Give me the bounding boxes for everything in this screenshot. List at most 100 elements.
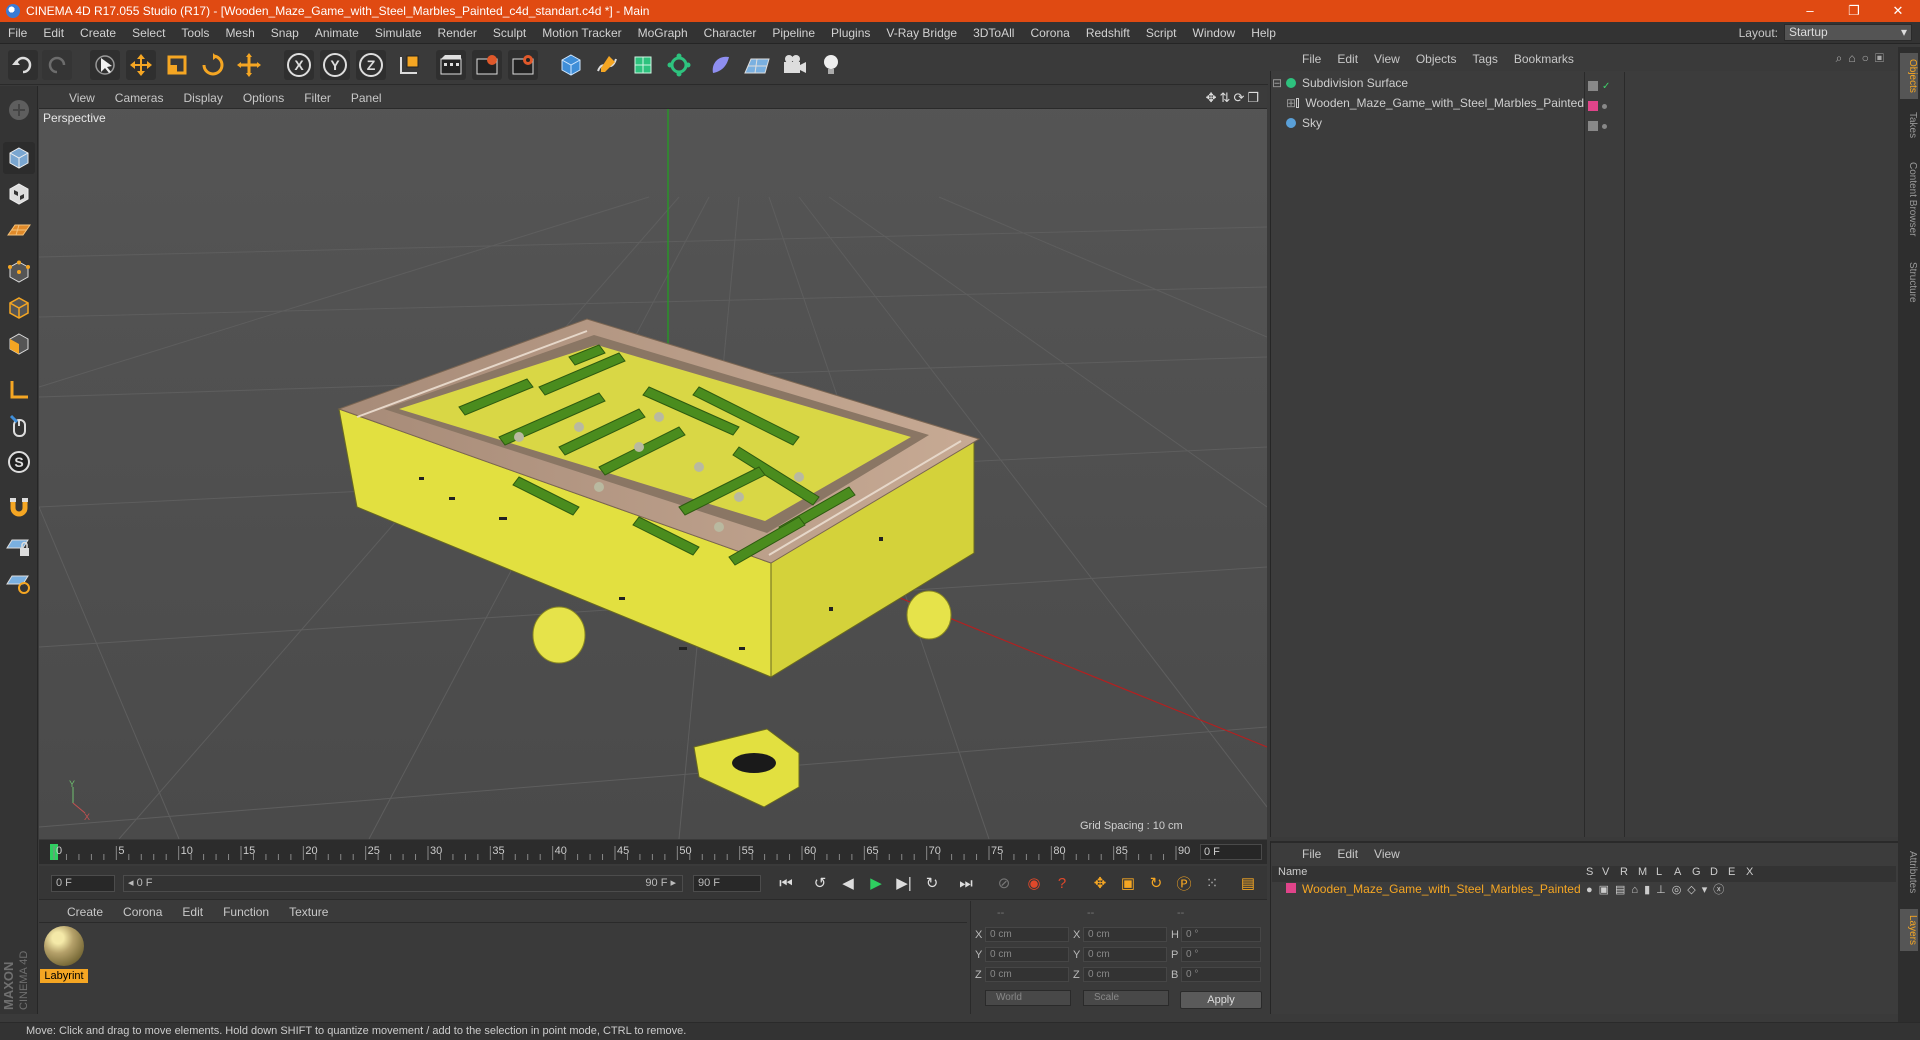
subdivision-surface-icon[interactable]: [628, 50, 658, 80]
workplane-icon[interactable]: [3, 214, 35, 246]
menu-sculpt[interactable]: Sculpt: [485, 26, 534, 40]
position-y-field[interactable]: 0 cm: [985, 947, 1069, 962]
record-keys-icon[interactable]: ⊘: [991, 871, 1017, 895]
light-object-icon[interactable]: [816, 50, 846, 80]
object-row[interactable]: ⊞ Wooden_Maze_Game_with_Steel_Marbles_Pa…: [1272, 94, 1584, 112]
lock-workplane-icon[interactable]: [3, 530, 35, 562]
object-name[interactable]: Wooden_Maze_Game_with_Steel_Marbles_Pain…: [1305, 96, 1584, 110]
objects-menu-objects[interactable]: Objects: [1408, 52, 1465, 66]
menu-help[interactable]: Help: [1243, 26, 1284, 40]
menu-mograph[interactable]: MoGraph: [630, 26, 696, 40]
deformer-icon[interactable]: [706, 50, 736, 80]
key-scale-icon[interactable]: ▣: [1115, 871, 1141, 895]
menu-mesh[interactable]: Mesh: [217, 26, 262, 40]
menu-redshift[interactable]: Redshift: [1078, 26, 1138, 40]
viewport-menu-panel[interactable]: Panel: [341, 91, 392, 105]
layer-col-expressions[interactable]: E: [1728, 866, 1735, 878]
objects-menu-view[interactable]: View: [1366, 52, 1408, 66]
layers-menu-edit[interactable]: Edit: [1329, 847, 1366, 861]
collapse-icon[interactable]: ⊟: [1272, 76, 1286, 90]
viewport-menu-filter[interactable]: Filter: [294, 91, 341, 105]
material-preview[interactable]: [44, 926, 84, 966]
layout-dropdown[interactable]: Startup: [1784, 24, 1912, 41]
autokey-icon[interactable]: ◉: [1021, 871, 1047, 895]
axis-mode-icon[interactable]: [3, 374, 35, 406]
z-axis-lock-icon[interactable]: Z: [356, 50, 386, 80]
size-z-field[interactable]: 0 cm: [1083, 967, 1167, 982]
viewport-menu-cameras[interactable]: Cameras: [105, 91, 174, 105]
expand-icon[interactable]: ⊞: [1286, 96, 1296, 110]
texture-mode-icon[interactable]: [3, 178, 35, 210]
layer-col-solo[interactable]: S: [1586, 866, 1593, 878]
layer-name[interactable]: Wooden_Maze_Game_with_Steel_Marbles_Pain…: [1302, 882, 1581, 896]
camera-object-icon[interactable]: [780, 50, 810, 80]
layer-col-xref[interactable]: X: [1746, 866, 1753, 878]
cloner-icon[interactable]: [664, 50, 694, 80]
rotate-tool-icon[interactable]: [198, 50, 228, 80]
maximize-view-icon[interactable]: ❐: [1247, 90, 1259, 106]
material-menu-create[interactable]: Create: [57, 905, 113, 919]
menu-corona[interactable]: Corona: [1022, 26, 1077, 40]
viewport-scene[interactable]: Y X: [38, 87, 1268, 840]
objects-menu-edit[interactable]: Edit: [1329, 52, 1366, 66]
menu-character[interactable]: Character: [696, 26, 765, 40]
key-rotation-icon[interactable]: ↻: [1143, 871, 1169, 895]
layer-col-manager[interactable]: M: [1638, 866, 1647, 878]
cube-object-icon[interactable]: [556, 50, 586, 80]
close-button[interactable]: ✕: [1876, 0, 1920, 22]
magnet-icon[interactable]: [3, 492, 35, 524]
current-frame-field[interactable]: 0 F: [1200, 844, 1262, 860]
objects-menu-tags[interactable]: Tags: [1465, 52, 1506, 66]
menu-3dtoall[interactable]: 3DToAll: [965, 26, 1022, 40]
size-x-field[interactable]: 0 cm: [1083, 927, 1167, 942]
layer-col-animation[interactable]: A: [1674, 866, 1681, 878]
layers-menu-view[interactable]: View: [1366, 847, 1408, 861]
tab-content-browser[interactable]: Content Browser: [1900, 151, 1918, 247]
spline-pen-icon[interactable]: [592, 50, 622, 80]
undo-icon[interactable]: [8, 50, 38, 80]
x-axis-lock-icon[interactable]: X: [284, 50, 314, 80]
layer-col-view[interactable]: V: [1602, 866, 1609, 878]
transform-tool-icon[interactable]: [234, 50, 264, 80]
material-menu-function[interactable]: Function: [213, 905, 279, 919]
menu-vray-bridge[interactable]: V-Ray Bridge: [878, 26, 965, 40]
layer-col-locked[interactable]: L: [1656, 866, 1662, 878]
layer-icon[interactable]: [1588, 121, 1598, 131]
menu-pipeline[interactable]: Pipeline: [764, 26, 823, 40]
next-key-icon[interactable]: ↻: [919, 871, 945, 895]
menu-snap[interactable]: Snap: [263, 26, 307, 40]
start-frame-field[interactable]: 0 F: [51, 875, 115, 892]
size-mode-dropdown[interactable]: Scale: [1083, 990, 1169, 1006]
enabled-check-icon[interactable]: ✓: [1602, 81, 1610, 92]
layer-col-deformers[interactable]: D: [1710, 866, 1718, 878]
material-menu-edit[interactable]: Edit: [172, 905, 213, 919]
previous-frame-icon[interactable]: ◀: [835, 871, 861, 895]
menu-plugins[interactable]: Plugins: [823, 26, 878, 40]
tab-structure[interactable]: Structure: [1900, 253, 1918, 311]
rotation-h-field[interactable]: 0 °: [1181, 927, 1261, 942]
object-manager-tools-icon[interactable]: ⌕⌂○▣: [1836, 51, 1890, 66]
layer-col-render[interactable]: R: [1620, 866, 1628, 878]
edges-mode-icon[interactable]: [3, 292, 35, 324]
pan-view-icon[interactable]: ✥: [1206, 90, 1217, 106]
tab-layers[interactable]: Layers: [1900, 909, 1918, 951]
menu-select[interactable]: Select: [124, 26, 173, 40]
render-picture-viewer-icon[interactable]: [472, 50, 502, 80]
model-mode-icon[interactable]: [3, 142, 35, 174]
previous-key-icon[interactable]: ↺: [807, 871, 833, 895]
layer-col-generators[interactable]: G: [1692, 866, 1701, 878]
timeline-window-icon[interactable]: ▤: [1235, 871, 1261, 895]
render-view-icon[interactable]: [436, 50, 466, 80]
render-settings-icon[interactable]: [508, 50, 538, 80]
menu-create[interactable]: Create: [72, 26, 124, 40]
object-row[interactable]: Sky: [1272, 114, 1584, 132]
visibility-dot-icon[interactable]: [1602, 103, 1607, 109]
orbit-view-icon[interactable]: ⟳: [1233, 90, 1244, 106]
menu-file[interactable]: File: [0, 26, 35, 40]
make-editable-icon[interactable]: [3, 94, 35, 126]
layer-color-swatch[interactable]: [1286, 883, 1296, 893]
layer-flags-icons[interactable]: ●▣▤⌂▮⊥◎◇▾ⓧ: [1586, 881, 1730, 897]
menu-simulate[interactable]: Simulate: [367, 26, 430, 40]
object-row[interactable]: ⊟ Subdivision Surface: [1272, 74, 1584, 92]
go-to-end-icon[interactable]: ⏭: [953, 871, 979, 895]
